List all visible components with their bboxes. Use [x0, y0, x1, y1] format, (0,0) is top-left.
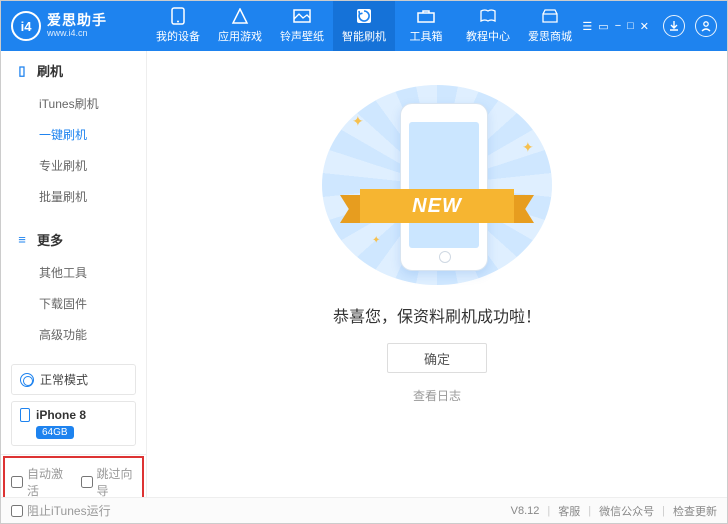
device-capacity-badge: 64GB [36, 426, 74, 439]
restore-icon[interactable]: □ [627, 20, 634, 33]
sidebar-group-flash: ▯ 刷机 [1, 51, 146, 86]
device-name: iPhone 8 [36, 408, 86, 422]
download-icon[interactable] [663, 15, 685, 37]
brand-logo: i4 [11, 11, 41, 41]
view-log-link[interactable]: 查看日志 [413, 387, 461, 404]
maximize-icon[interactable]: − [615, 20, 621, 33]
wallpaper-icon [292, 8, 312, 24]
status-bar: 阻止iTunes运行 V8.12 | 客服 | 微信公众号 | 检查更新 [1, 497, 727, 523]
checkbox-skip-guide[interactable]: 跳过向导 [81, 465, 137, 499]
main-content: NEW ✦ ✦ ✦ 恭喜您，保资料刷机成功啦！ 确定 查看日志 [147, 51, 727, 497]
tab-store[interactable]: 爱思商城 [519, 1, 581, 51]
brand: i4 爱思助手 www.i4.cn [1, 11, 147, 41]
tab-toolbox[interactable]: 工具箱 [395, 1, 457, 51]
tab-apps[interactable]: 应用游戏 [209, 1, 271, 51]
tab-flash[interactable]: 智能刷机 [333, 1, 395, 51]
checkbox-block-itunes[interactable]: 阻止iTunes运行 [11, 502, 111, 519]
apps-icon [230, 8, 250, 24]
sparkle-icon: ✦ [372, 235, 380, 246]
success-heading: 恭喜您，保资料刷机成功啦！ [333, 303, 541, 327]
sidebar-item-batch-flash[interactable]: 批量刷机 [1, 181, 146, 212]
sidebar-item-download-firmware[interactable]: 下载固件 [1, 288, 146, 319]
user-icon[interactable] [695, 15, 717, 37]
phone-icon [168, 8, 188, 24]
minimize-icon[interactable]: ▭ [598, 20, 608, 33]
brand-url: www.i4.cn [47, 29, 107, 39]
sparkle-icon: ✦ [522, 139, 534, 156]
phone-outline-icon: ▯ [15, 63, 29, 79]
sidebar: ▯ 刷机 iTunes刷机 一键刷机 专业刷机 批量刷机 ≡ 更多 其他工具 下… [1, 51, 147, 497]
brand-name: 爱思助手 [47, 13, 107, 28]
status-dot-icon [20, 373, 34, 387]
sidebar-item-itunes-flash[interactable]: iTunes刷机 [1, 88, 146, 119]
more-icon: ≡ [15, 232, 29, 247]
app-header: i4 爱思助手 www.i4.cn 我的设备 应用游戏 铃声壁纸 智能刷机 工具 [1, 1, 727, 51]
ok-button[interactable]: 确定 [387, 343, 487, 373]
store-icon [540, 8, 560, 24]
sidebar-item-other-tools[interactable]: 其他工具 [1, 257, 146, 288]
tab-tutorials[interactable]: 教程中心 [457, 1, 519, 51]
header-tabs: 我的设备 应用游戏 铃声壁纸 智能刷机 工具箱 教程中心 爱思商城 [147, 1, 582, 51]
device-card[interactable]: iPhone 8 64GB [11, 401, 136, 446]
check-update-link[interactable]: 检查更新 [673, 503, 717, 519]
close-icon[interactable]: ✕ [640, 20, 649, 33]
wechat-link[interactable]: 微信公众号 [599, 503, 654, 519]
success-illustration: NEW ✦ ✦ ✦ [322, 85, 552, 285]
header-right: ☰ ▭ − □ ✕ [582, 15, 727, 37]
device-mode-status[interactable]: 正常模式 [11, 364, 136, 395]
tab-my-device[interactable]: 我的设备 [147, 1, 209, 51]
toolbox-icon [416, 8, 436, 24]
sidebar-item-onekey-flash[interactable]: 一键刷机 [1, 119, 146, 150]
sparkle-icon: ✦ [352, 113, 364, 130]
support-link[interactable]: 客服 [558, 503, 580, 519]
sidebar-item-advanced[interactable]: 高级功能 [1, 319, 146, 350]
window-controls: ☰ ▭ − □ ✕ [582, 20, 649, 33]
sidebar-group-more: ≡ 更多 [1, 220, 146, 255]
version-label: V8.12 [511, 505, 540, 517]
device-phone-icon [20, 408, 30, 422]
ribbon-text: NEW [360, 189, 514, 223]
tab-ringtones[interactable]: 铃声壁纸 [271, 1, 333, 51]
sidebar-item-pro-flash[interactable]: 专业刷机 [1, 150, 146, 181]
checkbox-auto-activate[interactable]: 自动激活 [11, 465, 67, 499]
flash-icon [354, 8, 374, 24]
book-icon [478, 8, 498, 24]
menu-icon[interactable]: ☰ [582, 20, 592, 33]
